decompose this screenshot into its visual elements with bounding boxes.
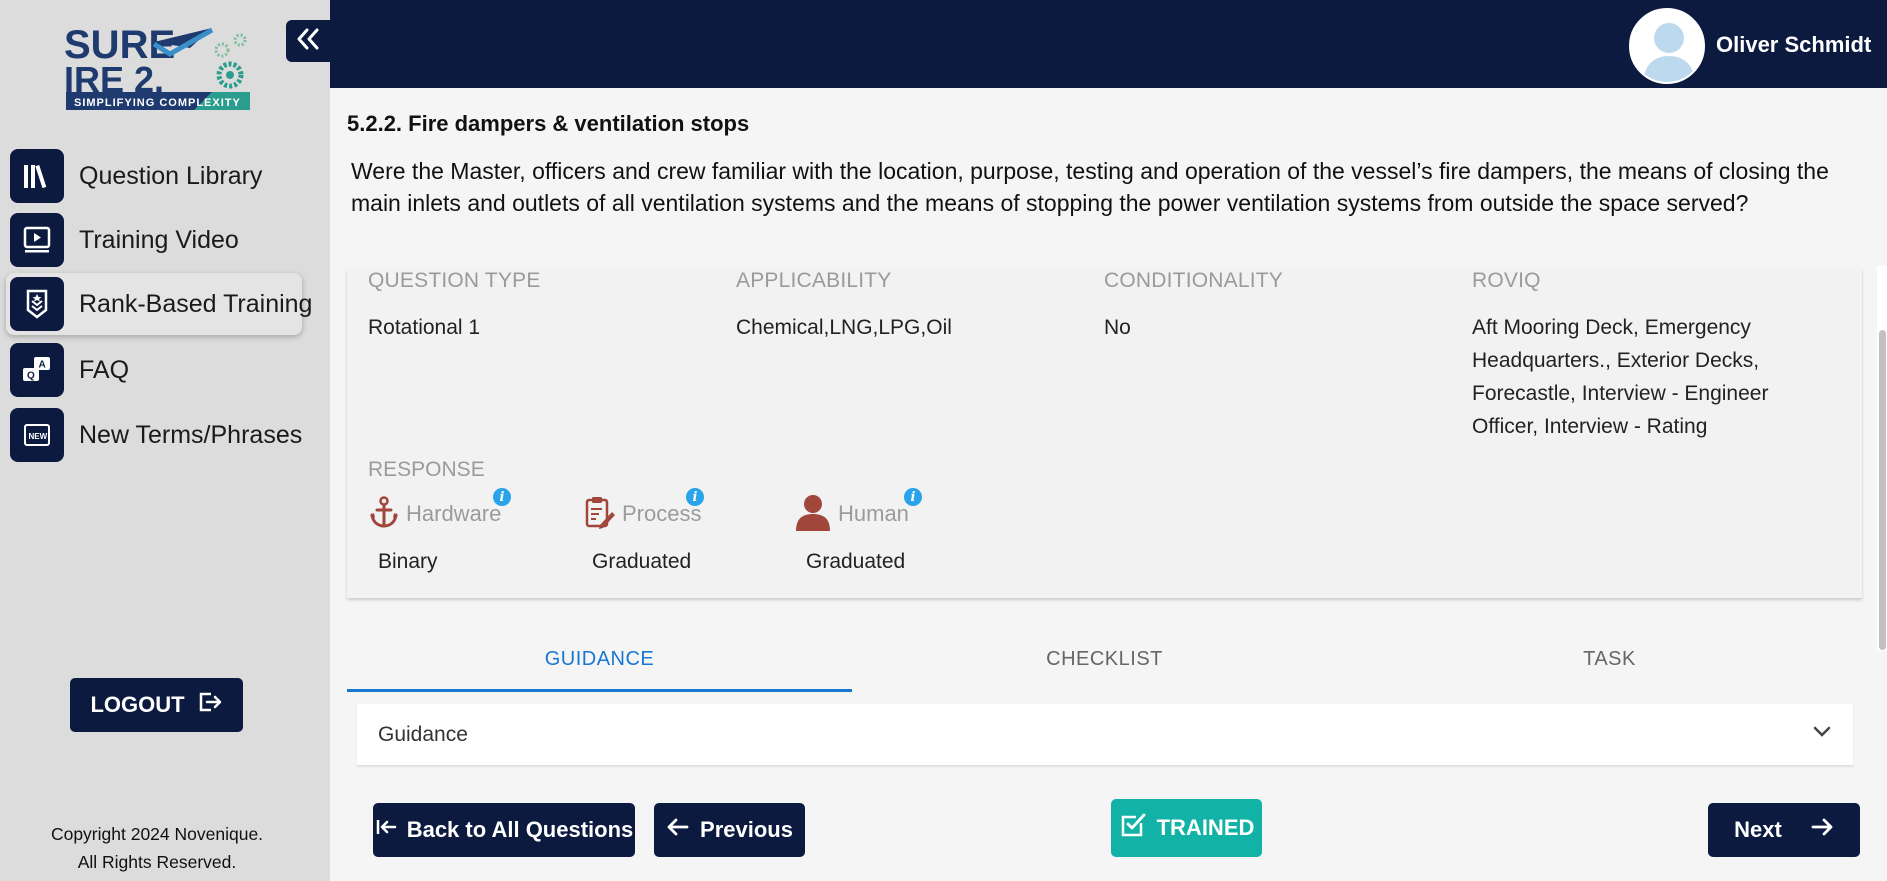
checkbox-checked-icon [1119,811,1147,845]
sidebar-item-label: Question Library [79,161,263,190]
process-info-icon[interactable]: i [686,488,704,506]
response-process: Process i [584,488,704,536]
clipboard-edit-icon [584,495,616,534]
question-meta-card: QUESTION TYPE Rotational 1 APPLICABILITY… [347,268,1862,598]
response-process-label: Process [622,501,702,526]
svg-text:Q: Q [27,371,35,382]
guidance-accordion[interactable]: Guidance [357,704,1853,766]
chevron-down-icon [1812,725,1832,744]
sidebar-item-label: Training Video [79,225,239,254]
svg-text:A: A [39,360,46,371]
response-process-value: Graduated [592,550,692,573]
applicability-heading: APPLICABILITY [736,269,892,292]
sidebar-item-label: FAQ [79,355,130,384]
response-hardware-label: Hardware [406,501,502,526]
new-badge-icon: NEW [10,408,64,462]
question-type-column: QUESTION TYPE Rotational 1 [368,268,698,344]
applicability-value: Chemical,LNG,LPG,Oil [736,316,952,339]
sidebar-item-question-library[interactable]: Question Library [6,145,302,207]
response-human-value: Graduated [806,550,906,573]
tab-task[interactable]: TASK [1357,640,1862,692]
svg-text:SIMPLIFYING COMPLEXITY: SIMPLIFYING COMPLEXITY [74,97,241,109]
trained-button-label: TRAINED [1156,815,1255,840]
tab-checklist[interactable]: CHECKLIST [852,640,1357,692]
logout-label: LOGOUT [90,692,185,717]
conditionality-value: No [1104,316,1131,339]
collapse-sidebar-button[interactable] [286,20,330,62]
arrow-right-icon [1810,817,1834,843]
trained-button[interactable]: TRAINED [1111,799,1262,857]
sidebar-item-label: New Terms/Phrases [79,420,303,449]
sidebar: SURE IRE 2. SIMPLIFYING COMPLEXITY Quest… [0,0,330,881]
tab-guidance[interactable]: GUIDANCE [347,640,852,692]
applicability-column: APPLICABILITY Chemical,LNG,LPG,Oil [736,268,1066,344]
roviq-heading: ROVIQ [1472,269,1541,292]
response-hardware-value: Binary [378,550,438,573]
suresire-logo: SURE IRE 2. SIMPLIFYING COMPLEXITY [62,20,252,112]
question-type-value: Rotational 1 [368,316,481,339]
hardware-info-icon[interactable]: i [493,488,511,506]
conditionality-column: CONDITIONALITY No [1104,268,1434,344]
sidebar-item-new-terms[interactable]: NEW New Terms/Phrases [6,404,302,466]
back-to-all-questions-button[interactable]: Back to All Questions [373,803,635,857]
video-icon [10,213,64,267]
detail-tabs: GUIDANCE CHECKLIST TASK [347,640,1862,692]
sidebar-item-faq[interactable]: AQ FAQ [6,339,302,401]
sidebar-item-training-video[interactable]: Training Video [6,209,302,271]
arrow-left-icon [666,817,690,843]
logout-button[interactable]: LOGOUT [70,678,243,732]
question-text: Were the Master, officers and crew famil… [351,158,1829,216]
previous-button[interactable]: Previous [654,803,805,857]
anchor-icon [368,495,400,534]
back-button-label: Back to All Questions [406,817,634,842]
qa-bubbles-icon: AQ [10,343,64,397]
roviq-value: Aft Mooring Deck, Emergency Headquarters… [1472,316,1769,438]
sidebar-item-rank-based-training[interactable]: Rank-Based Training [6,273,312,335]
books-icon [10,149,64,203]
user-name[interactable]: Oliver Schmidt [1716,32,1871,58]
next-button-label: Next [1734,817,1782,842]
logout-icon [197,690,223,720]
section-title: 5.2.2. Fire dampers & ventilation stops [347,111,750,136]
accordion-title: Guidance [378,722,468,746]
roviq-column: ROVIQ Aft Mooring Deck, Emergency Headqu… [1472,268,1802,443]
response-heading: RESPONSE [368,458,485,481]
rank-badge-icon [10,277,64,331]
human-info-icon[interactable]: i [904,488,922,506]
user-avatar[interactable] [1629,8,1705,84]
next-button[interactable]: Next [1708,803,1860,857]
double-chevron-left-icon [296,28,320,55]
response-human-label: Human [838,501,909,526]
response-human: Human i [794,488,922,536]
response-hardware: Hardware i [368,488,511,536]
scrollbar-thumb[interactable] [1879,330,1886,650]
person-icon [794,493,832,536]
svg-text:NEW: NEW [29,432,48,441]
question-type-heading: QUESTION TYPE [368,269,541,292]
conditionality-heading: CONDITIONALITY [1104,269,1283,292]
previous-button-label: Previous [700,817,793,842]
sidebar-item-label: Rank-Based Training [79,289,313,318]
back-to-start-icon [375,817,397,843]
copyright: Copyright 2024 Novenique. All Rights Res… [50,824,264,872]
